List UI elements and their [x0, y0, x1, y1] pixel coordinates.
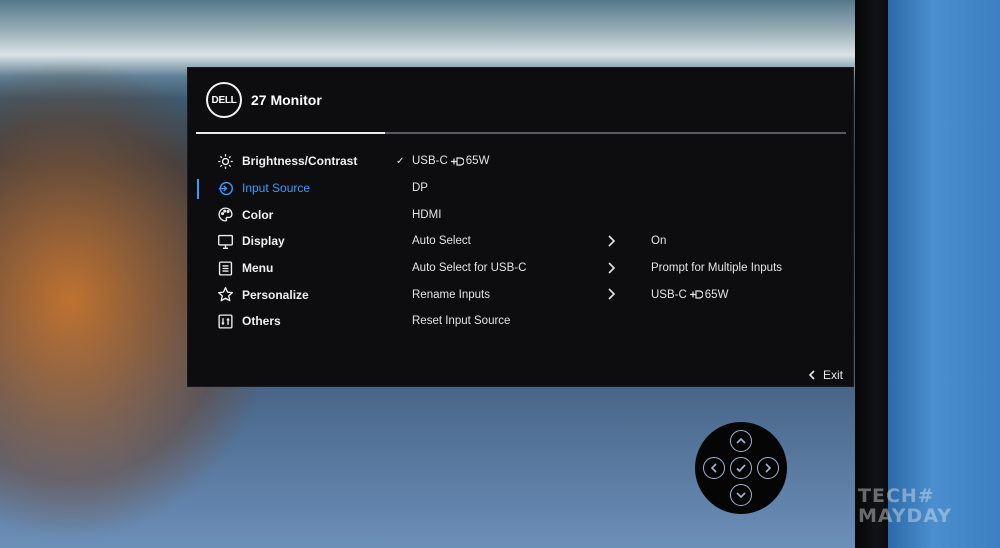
- osd-progress-fill: [196, 132, 385, 134]
- menu-item-label: Others: [242, 314, 281, 329]
- option-value: On: [651, 235, 667, 248]
- watermark: TECH# MAYDAY: [858, 486, 998, 526]
- option-label: DP: [412, 182, 428, 195]
- option-auto-select[interactable]: Auto Select On: [396, 228, 836, 255]
- option-label: HDMI: [412, 208, 442, 221]
- active-menu-indicator: [197, 178, 199, 199]
- option-label: USB-C: [412, 155, 448, 168]
- osd-main-menu: Brightness/Contrast Input Source Color D…: [188, 148, 398, 335]
- exit-button[interactable]: Exit: [807, 368, 843, 382]
- chevron-right-icon: [608, 262, 616, 274]
- watermark-line-2: MAYDAY: [858, 505, 952, 527]
- menu-item-color[interactable]: Color: [188, 201, 398, 228]
- menu-item-personalize[interactable]: Personalize: [188, 281, 398, 308]
- option-label: Auto Select for USB-C: [412, 262, 527, 275]
- usb-power-delivery-icon: [450, 157, 464, 166]
- left-arrow-icon[interactable]: [703, 457, 725, 479]
- dell-logo: DELL: [206, 82, 242, 118]
- option-label: Rename Inputs: [412, 288, 490, 301]
- background-wall: [888, 0, 1000, 548]
- exit-label: Exit: [822, 368, 843, 382]
- down-arrow-icon[interactable]: [730, 484, 752, 506]
- menu-list-icon: [216, 259, 234, 277]
- option-usb-c[interactable]: ✓ USB-C 65W: [396, 148, 836, 175]
- dell-logo-text: DELL: [211, 94, 237, 106]
- option-reset-input-source[interactable]: Reset Input Source: [396, 308, 836, 335]
- menu-item-others[interactable]: Others: [188, 308, 398, 335]
- option-label: Reset Input Source: [412, 315, 511, 328]
- palette-icon: [216, 206, 234, 224]
- menu-item-label: Personalize: [242, 287, 309, 302]
- osd-header: DELL 27 Monitor: [188, 68, 853, 132]
- joystick-guide: [695, 422, 787, 514]
- option-value: USB-C 65W: [651, 281, 728, 308]
- menu-item-input-source[interactable]: Input Source: [188, 175, 398, 202]
- usb-power-delivery-icon: [689, 290, 703, 299]
- menu-item-label: Display: [242, 234, 285, 249]
- osd-title: 27 Monitor: [251, 92, 322, 108]
- menu-item-brightness-contrast[interactable]: Brightness/Contrast: [188, 148, 398, 175]
- option-value-label: USB-C: [651, 288, 687, 301]
- menu-item-menu[interactable]: Menu: [188, 255, 398, 282]
- chevron-right-icon: [608, 288, 616, 301]
- sun-icon: [216, 152, 234, 170]
- watermark-line-1: TECH#: [858, 485, 935, 507]
- option-auto-select-usb-c[interactable]: Auto Select for USB-C Prompt for Multipl…: [396, 255, 836, 282]
- option-hdmi[interactable]: HDMI: [396, 201, 836, 228]
- option-value-power: 65W: [704, 288, 729, 301]
- osd-panel: DELL 27 Monitor Brightness/Contrast Inpu…: [187, 67, 854, 387]
- menu-item-label: Input Source: [242, 181, 311, 196]
- monitor-bezel: [855, 0, 890, 548]
- option-power: 65W: [465, 155, 490, 168]
- menu-item-label: Brightness/Contrast: [242, 154, 358, 169]
- input-source-icon: [216, 179, 234, 197]
- checkmark-icon[interactable]: [730, 457, 752, 479]
- option-label: Auto Select: [412, 235, 471, 248]
- up-arrow-icon[interactable]: [730, 430, 752, 452]
- chevron-right-icon: [608, 235, 616, 247]
- osd-progress-track: [196, 132, 846, 134]
- checkmark-icon: ✓: [396, 155, 405, 167]
- menu-item-label: Color: [242, 207, 274, 222]
- chevron-left-icon: [808, 370, 815, 380]
- option-value: Prompt for Multiple Inputs: [651, 262, 783, 275]
- menu-item-display[interactable]: Display: [188, 228, 398, 255]
- option-dp[interactable]: DP: [396, 175, 836, 202]
- sliders-icon: [216, 312, 234, 330]
- input-source-options: ✓ USB-C 65W DP HDMI Auto Select On Auto …: [396, 148, 836, 335]
- menu-item-label: Menu: [242, 261, 274, 276]
- right-arrow-icon[interactable]: [757, 457, 779, 479]
- option-rename-inputs[interactable]: Rename Inputs USB-C 65W: [396, 281, 836, 308]
- star-icon: [216, 286, 234, 304]
- monitor-icon: [216, 232, 234, 250]
